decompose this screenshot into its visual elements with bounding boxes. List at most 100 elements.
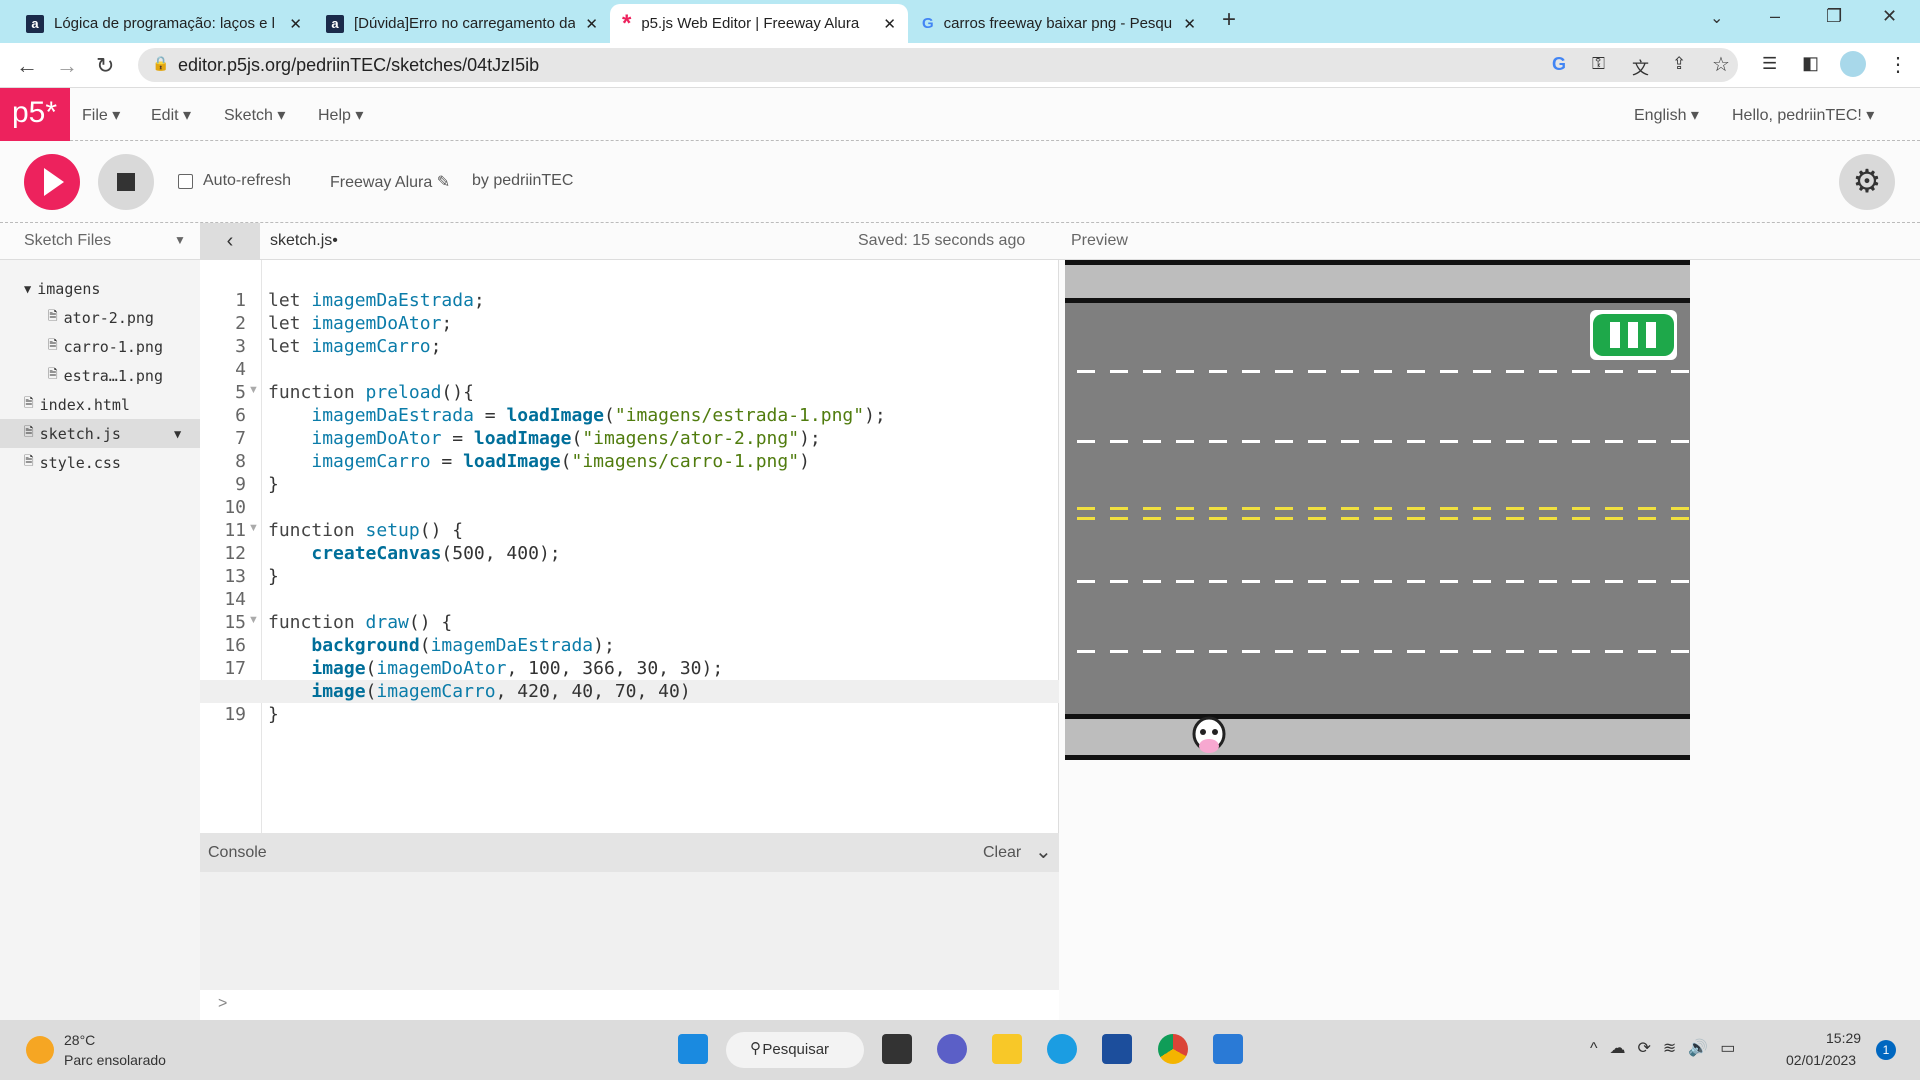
star-icon[interactable]: ☆ <box>1712 52 1730 77</box>
code-line: background(imagemDaEstrada); <box>311 635 615 656</box>
google-translate-icon[interactable]: G <box>1552 54 1566 75</box>
line-number: 13 <box>224 566 246 587</box>
reading-list-icon[interactable]: ☰ <box>1762 54 1777 74</box>
system-tray-icons[interactable]: ^☁⟳≋🔊▭ <box>1590 1038 1747 1058</box>
menu-edit[interactable]: Edit ▾ <box>151 105 191 125</box>
share-icon[interactable]: ⇪ <box>1672 54 1686 74</box>
notification-badge[interactable]: 1 <box>1876 1040 1896 1060</box>
user-menu[interactable]: Hello, pedriinTEC! ▾ <box>1732 105 1874 125</box>
lane-dash <box>1671 507 1689 510</box>
lane-dash <box>1341 507 1359 510</box>
code-line: } <box>268 566 279 587</box>
close-icon[interactable]: ✕ <box>883 15 896 33</box>
triangle-down-icon: ▼ <box>24 281 32 296</box>
file-tab-sketch-js[interactable]: sketch.js• <box>270 232 338 250</box>
lane-dash <box>1473 580 1491 583</box>
p5-logo[interactable]: p5* <box>0 88 70 141</box>
file-tree-item[interactable]: 🗎 ator-2.png <box>0 303 200 332</box>
fold-icon[interactable]: ▼ <box>248 614 259 626</box>
sketch-name[interactable]: Freeway Alura ✎ <box>330 172 450 192</box>
line-number: 17 <box>224 658 246 679</box>
close-icon[interactable]: ✕ <box>1183 15 1196 33</box>
settings-gear-icon[interactable]: ⚙ <box>1839 154 1895 210</box>
more-menu-icon[interactable]: ⋮ <box>1888 52 1908 77</box>
chrome-icon[interactable] <box>1158 1034 1188 1064</box>
close-icon[interactable]: ✕ <box>585 15 598 33</box>
translate-icon[interactable]: 文 <box>1632 54 1649 79</box>
tab-3[interactable]: Gcarros freeway baixar png - Pesqu ✕ <box>910 4 1208 43</box>
line-number: 19 <box>224 704 246 725</box>
lane-dash <box>1440 580 1458 583</box>
preview-canvas[interactable] <box>1065 260 1690 760</box>
windows-start-icon[interactable] <box>678 1034 708 1064</box>
menu-file[interactable]: File ▾ <box>82 105 120 125</box>
file-tree-item[interactable]: 🗎 sketch.js ▼ <box>0 419 200 448</box>
profile-avatar[interactable] <box>1840 51 1866 77</box>
close-window-button[interactable]: ✕ <box>1882 6 1897 27</box>
lane-markings <box>1077 370 1689 653</box>
new-tab-button[interactable]: + <box>1222 6 1236 34</box>
edge-icon[interactable] <box>1047 1034 1077 1064</box>
url-input[interactable]: 🔒 editor.p5js.org/pedriinTEC/sketches/04t… <box>138 48 1738 82</box>
restore-button[interactable]: ❐ <box>1826 6 1842 27</box>
menu-sketch[interactable]: Sketch ▾ <box>224 105 285 125</box>
tab-0[interactable]: a Lógica de programação: laços e l ✕ <box>14 4 314 43</box>
minimize-button[interactable]: – <box>1770 6 1780 27</box>
reload-icon[interactable]: ↻ <box>96 53 114 79</box>
file-tree-item[interactable]: 🗎 index.html <box>0 390 200 419</box>
lane-dash <box>1275 507 1293 510</box>
lane-dash <box>1275 370 1293 373</box>
lock-icon: 🔒 <box>152 55 170 71</box>
lane-dash <box>1506 440 1524 443</box>
lane-dash <box>1539 440 1557 443</box>
task-view-icon[interactable] <box>882 1034 912 1064</box>
lane-dash <box>1572 507 1590 510</box>
lane-dash <box>1407 580 1425 583</box>
lane-dash <box>1209 650 1227 653</box>
weather-icon[interactable] <box>26 1036 54 1064</box>
lane-dash <box>1176 370 1194 373</box>
file-tree-item[interactable]: 🗎 style.css <box>0 448 200 477</box>
file-explorer-icon[interactable] <box>992 1034 1022 1064</box>
close-icon[interactable]: ✕ <box>289 15 302 33</box>
fold-icon[interactable]: ▼ <box>248 522 259 534</box>
sketch-toolbar: Auto-refresh Freeway Alura ✎ by pedriinT… <box>0 141 1920 223</box>
sketch-files-menu-icon[interactable]: ▼ <box>174 233 186 247</box>
language-menu[interactable]: English ▾ <box>1634 105 1699 125</box>
store-icon[interactable] <box>1102 1034 1132 1064</box>
photos-icon[interactable] <box>1213 1034 1243 1064</box>
play-button[interactable] <box>24 154 80 210</box>
lane-dash <box>1572 440 1590 443</box>
file-tree-item[interactable]: ▼ imagens <box>0 274 200 303</box>
lane-dash <box>1242 650 1260 653</box>
tab-search-button[interactable]: ⌄ <box>1710 8 1723 28</box>
lane-dash <box>1242 517 1260 520</box>
lane-dash <box>1638 650 1656 653</box>
lane-dash <box>1605 580 1623 583</box>
line-number: 11 <box>224 520 246 541</box>
key-icon[interactable]: ⚿ <box>1592 54 1605 74</box>
file-tree-item[interactable]: 🗎 estra…1.png <box>0 361 200 390</box>
file-tree-item[interactable]: 🗎 carro-1.png <box>0 332 200 361</box>
code-editor[interactable]: 12345▼67891011▼12131415▼16171819 let ima… <box>200 260 1059 833</box>
lane-dash <box>1143 370 1161 373</box>
chat-icon[interactable] <box>937 1034 967 1064</box>
back-icon[interactable]: ← <box>16 53 38 79</box>
forward-icon[interactable]: → <box>56 53 78 79</box>
saved-status: Saved: 15 seconds ago <box>858 232 1026 249</box>
file-options-icon[interactable]: ▼ <box>174 427 181 441</box>
auto-refresh-checkbox[interactable] <box>178 174 193 189</box>
stop-button[interactable] <box>98 154 154 210</box>
console-clear-button[interactable]: Clear <box>983 844 1021 862</box>
side-panel-icon[interactable]: ◧ <box>1802 53 1819 74</box>
lane-dash <box>1308 580 1326 583</box>
console-input[interactable]: > <box>200 990 1059 1020</box>
chevron-down-icon[interactable]: ⌄ <box>1035 839 1052 864</box>
lane-dash <box>1143 650 1161 653</box>
collapse-sidebar-button[interactable]: ‹ <box>200 223 260 259</box>
tab-1[interactable]: a [Dúvida]Erro no carregamento da ✕ <box>314 4 610 43</box>
fold-icon[interactable]: ▼ <box>248 384 259 396</box>
tab-2-active[interactable]: * p5.js Web Editor | Freeway Alura ✕ <box>610 4 908 43</box>
menu-help[interactable]: Help ▾ <box>318 105 363 125</box>
taskbar-search[interactable]: ⚲ Pesquisar <box>726 1032 864 1068</box>
